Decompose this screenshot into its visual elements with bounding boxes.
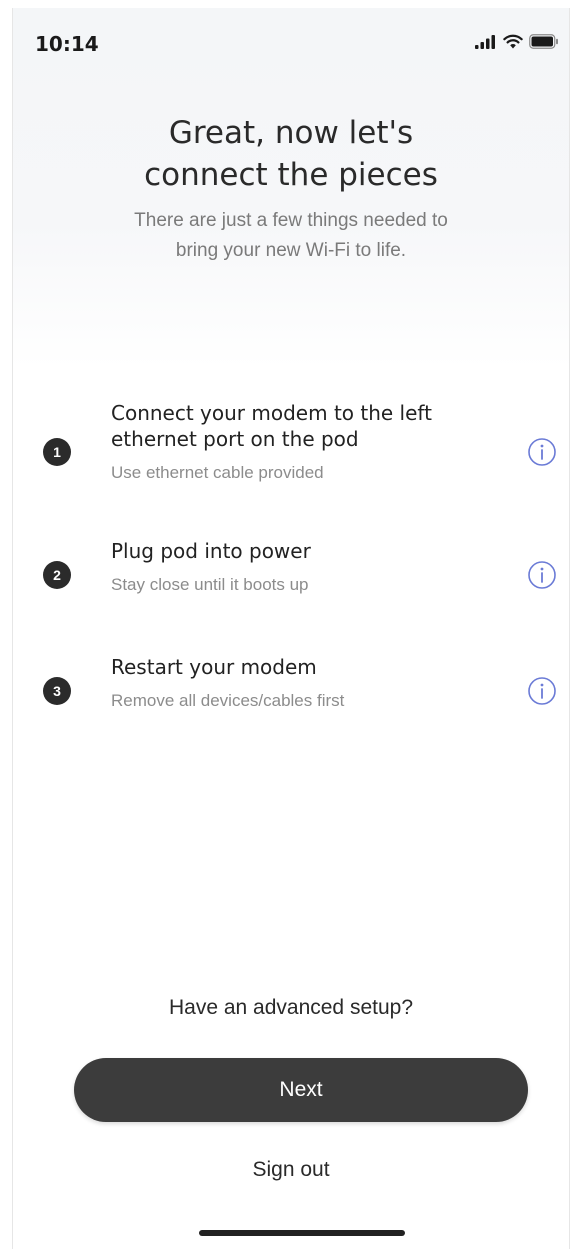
step-3: 3 Restart your modem Remove all devices/… [43,654,563,724]
step-1: 1 Connect your modem to the left etherne… [43,400,563,500]
step-title-line-1: Connect your modem to the left [111,401,432,425]
page-title-line-1: Great, now let's [168,115,414,151]
next-button[interactable]: Next [74,1058,528,1122]
info-icon[interactable] [527,437,557,467]
step-number-badge: 2 [43,561,71,589]
step-title: Connect your modem to the left ethernet … [111,400,511,452]
step-title-line-2: ethernet port on the pod [111,427,359,451]
signal-icon [475,34,497,53]
status-bar: 10:14 [13,8,569,80]
setup-screen: 10:14 Great, now let's connect the piece… [12,8,570,1249]
status-time: 10:14 [35,32,99,56]
step-title: Restart your modem [111,655,317,679]
page-subtitle: There are just a few things needed to br… [73,206,509,266]
step-2: 2 Plug pod into power Stay close until i… [43,538,563,608]
page-title: Great, now let's connect the pieces [13,112,569,196]
step-description: Stay close until it boots up [111,575,309,594]
step-description: Use ethernet cable provided [111,463,324,482]
step-number-badge: 1 [43,438,71,466]
status-icons [475,34,559,53]
step-number-badge: 3 [43,677,71,705]
page-subtitle-line-2: bring your new Wi-Fi to life. [175,240,407,261]
step-description: Remove all devices/cables first [111,691,345,710]
page-title-line-2: connect the pieces [144,157,438,193]
info-icon[interactable] [527,560,557,590]
page-subtitle-line-1: There are just a few things needed to [134,210,448,231]
step-title: Plug pod into power [111,539,311,563]
advanced-setup-link[interactable]: Have an advanced setup? [13,996,569,1020]
sign-out-link[interactable]: Sign out [13,1158,569,1182]
info-icon[interactable] [527,676,557,706]
battery-icon [529,34,559,53]
home-indicator [199,1230,405,1236]
wifi-icon [503,34,523,53]
